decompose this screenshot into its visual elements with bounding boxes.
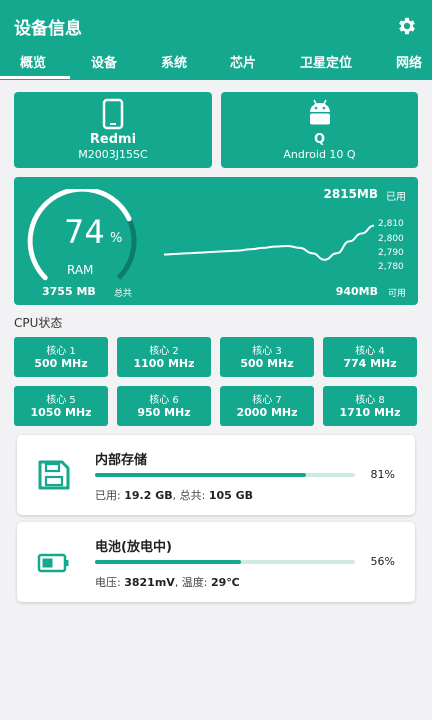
y-tick-label: 2,780 xyxy=(378,262,404,272)
os-card[interactable]: Q Android 10 Q xyxy=(221,92,418,168)
cpu-core-card[interactable]: 核心 4 774 MHz xyxy=(323,337,417,377)
core-frequency: 500 MHz xyxy=(240,357,294,370)
cpu-section-title: CPU状态 xyxy=(14,316,63,330)
storage-card[interactable]: 内部存储 81% 已用: 19.2 GB, 总共: 105 GB xyxy=(17,435,415,515)
os-code: Q xyxy=(313,132,326,147)
ram-usage-chart xyxy=(163,224,375,261)
core-name: 核心 5 xyxy=(46,395,76,406)
app-bar: 设备信息 概览 设备 系统 芯片 卫星定位 网络 xyxy=(0,0,432,80)
battery-details: 电压: 3821mV, 温度: 29℃ xyxy=(95,574,240,590)
storage-progress-track xyxy=(95,473,355,477)
storage-total-label: , 总共: xyxy=(172,489,206,502)
tab-bar: 概览 设备 系统 芯片 卫星定位 网络 xyxy=(0,48,432,80)
core-name: 核心 2 xyxy=(149,346,179,357)
gear-icon[interactable] xyxy=(396,15,418,37)
tab-device[interactable]: 设备 xyxy=(91,52,117,71)
cpu-core-card[interactable]: 核心 1 500 MHz xyxy=(14,337,108,377)
device-model: M2003J15SC xyxy=(78,148,148,161)
core-frequency: 1710 MHz xyxy=(339,406,401,419)
storage-percent: 81% xyxy=(370,468,395,481)
battery-voltage: 3821mV xyxy=(124,576,175,589)
tab-system[interactable]: 系统 xyxy=(161,52,187,71)
y-tick-label: 2,790 xyxy=(378,248,404,258)
core-name: 核心 8 xyxy=(355,395,385,406)
storage-used: 19.2 GB xyxy=(124,489,173,502)
tab-gps[interactable]: 卫星定位 xyxy=(300,52,352,71)
ram-usage-line xyxy=(163,224,375,261)
core-frequency: 500 MHz xyxy=(34,357,88,370)
core-name: 核心 1 xyxy=(46,346,76,357)
battery-progress-fill xyxy=(95,560,241,564)
ram-card[interactable]: 74 % RAM 3755 MB 总共 2815MB 已用 940MB 可用 2… xyxy=(14,177,418,305)
core-frequency: 950 MHz xyxy=(137,406,191,419)
core-name: 核心 7 xyxy=(252,395,282,406)
battery-progress-track xyxy=(95,560,355,564)
phone-icon xyxy=(102,98,124,130)
storage-progress-fill xyxy=(95,473,306,477)
battery-icon xyxy=(37,553,69,573)
storage-title: 内部存储 xyxy=(95,453,148,468)
battery-voltage-label: 电压: xyxy=(95,576,121,589)
device-brand: Redmi xyxy=(89,132,137,147)
tab-overview[interactable]: 概览 xyxy=(20,52,46,71)
app-title: 设备信息 xyxy=(14,19,82,39)
tab-chip[interactable]: 芯片 xyxy=(230,52,256,71)
core-name: 核心 6 xyxy=(149,395,179,406)
battery-card[interactable]: 电池(放电中) 56% 电压: 3821mV, 温度: 29℃ xyxy=(17,522,415,602)
os-name: Android 10 Q xyxy=(283,148,356,161)
cpu-core-card[interactable]: 核心 3 500 MHz xyxy=(220,337,314,377)
battery-percent: 56% xyxy=(370,555,395,568)
storage-used-label: 已用: xyxy=(95,489,121,502)
cpu-core-card[interactable]: 核心 8 1710 MHz xyxy=(323,386,417,426)
storage-total: 105 GB xyxy=(208,489,254,502)
android-icon xyxy=(309,99,330,125)
cpu-core-card[interactable]: 核心 7 2000 MHz xyxy=(220,386,314,426)
core-name: 核心 4 xyxy=(355,346,385,357)
battery-temp-label: , 温度: xyxy=(174,576,208,589)
cpu-core-card[interactable]: 核心 6 950 MHz xyxy=(117,386,211,426)
core-frequency: 774 MHz xyxy=(343,357,397,370)
y-tick-label: 2,810 xyxy=(378,219,404,229)
core-frequency: 2000 MHz xyxy=(236,406,298,419)
battery-title: 电池(放电中) xyxy=(95,540,172,555)
core-name: 核心 3 xyxy=(252,346,282,357)
core-frequency: 1050 MHz xyxy=(30,406,92,419)
core-frequency: 1100 MHz xyxy=(133,357,195,370)
y-tick-label: 2,800 xyxy=(378,234,404,244)
device-card[interactable]: Redmi M2003J15SC xyxy=(14,92,212,168)
cpu-core-card[interactable]: 核心 5 1050 MHz xyxy=(14,386,108,426)
tab-indicator xyxy=(0,76,70,79)
storage-details: 已用: 19.2 GB, 总共: 105 GB xyxy=(95,487,253,503)
cpu-core-card[interactable]: 核心 2 1100 MHz xyxy=(117,337,211,377)
floppy-disk-icon xyxy=(38,460,70,490)
tab-network[interactable]: 网络 xyxy=(396,52,422,71)
battery-temperature: 29℃ xyxy=(211,576,240,589)
